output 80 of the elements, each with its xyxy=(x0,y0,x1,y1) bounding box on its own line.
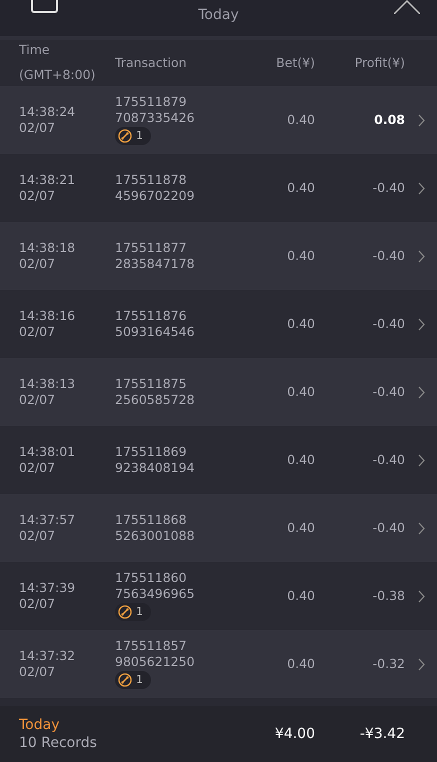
bet-amount: 0.40 xyxy=(286,316,315,332)
transaction-id: 175511878 xyxy=(115,172,188,188)
chevron-right-icon[interactable] xyxy=(418,182,424,196)
transaction-id: 7563496965 xyxy=(115,586,196,602)
close-icon[interactable] xyxy=(394,0,420,14)
date-text: 02/07 xyxy=(19,324,56,340)
date-text: 02/07 xyxy=(19,256,56,272)
profit-amount: -0.38 xyxy=(372,588,405,604)
column-header: Time xyxy=(19,41,51,60)
chevron-right-icon[interactable] xyxy=(418,522,424,536)
date-text: 02/07 xyxy=(19,120,56,136)
transaction-id: 175511877 xyxy=(115,240,188,256)
chevron-right-icon[interactable] xyxy=(418,318,424,332)
transaction-id: 4596702209 xyxy=(115,188,196,204)
date-text: 02/07 xyxy=(19,460,56,476)
footer-period: Today xyxy=(19,716,60,734)
time-text: 14:37:39 xyxy=(19,580,76,596)
date-text: 02/07 xyxy=(19,596,56,612)
column-subheader: (GMT+8:00) xyxy=(19,66,96,84)
time-text: 14:38:13 xyxy=(19,376,76,392)
profit-amount: -0.40 xyxy=(372,316,405,332)
time-text: 14:37:32 xyxy=(19,648,76,664)
transaction-id: 175511876 xyxy=(115,308,188,324)
coin-icon xyxy=(118,672,132,686)
time-text: 14:38:01 xyxy=(19,444,76,460)
transaction-id: 175511875 xyxy=(115,376,188,392)
bonus-count: 1 xyxy=(115,670,151,688)
transaction-id: 5093164546 xyxy=(115,324,196,340)
time-text: 14:37:57 xyxy=(19,512,76,528)
transaction-id: 5263001088 xyxy=(115,528,196,544)
profit-amount: -0.40 xyxy=(372,384,405,400)
column-header: Profit(¥) xyxy=(354,54,405,72)
bonus-count: 1 xyxy=(115,126,151,144)
chevron-right-icon[interactable] xyxy=(418,454,424,468)
transaction-id: 2560585728 xyxy=(115,392,196,408)
time-text: 14:38:21 xyxy=(19,172,76,188)
transaction-id: 9238408194 xyxy=(115,460,196,476)
bonus-count: 1 xyxy=(115,602,151,620)
transaction-id: 175511857 xyxy=(115,638,188,654)
date-text: 02/07 xyxy=(19,188,56,204)
chevron-right-icon[interactable] xyxy=(418,590,424,604)
record-count: 10 Records xyxy=(19,734,98,752)
transaction-id: 175511879 xyxy=(115,94,188,110)
transaction-id: 9805621250 xyxy=(115,654,196,670)
date-text: 02/07 xyxy=(19,528,56,544)
transaction-id: 2835847178 xyxy=(115,256,196,272)
chevron-right-icon[interactable] xyxy=(418,114,424,128)
profit-amount: -0.32 xyxy=(372,656,405,672)
transaction-id: 175511868 xyxy=(115,512,188,528)
profit-amount: -0.40 xyxy=(372,180,405,196)
date-text: 02/07 xyxy=(19,664,56,680)
coin-icon xyxy=(118,604,132,618)
transaction-id: 175511860 xyxy=(115,570,188,586)
bet-amount: 0.40 xyxy=(286,248,315,264)
bet-amount: 0.40 xyxy=(286,112,315,128)
profit-total: -¥3.42 xyxy=(358,725,405,743)
bet-amount: 0.40 xyxy=(286,452,315,468)
column-header: Transaction xyxy=(115,54,188,72)
time-text: 14:38:24 xyxy=(19,104,76,120)
profit-amount: -0.40 xyxy=(372,248,405,264)
chevron-right-icon[interactable] xyxy=(418,658,424,672)
transaction-id: 7087335426 xyxy=(115,110,196,126)
profit-amount: 0.08 xyxy=(373,112,405,128)
bet-amount: 0.40 xyxy=(286,520,315,536)
profit-amount: -0.40 xyxy=(372,452,405,468)
chevron-right-icon[interactable] xyxy=(418,386,424,400)
bet-amount: 0.40 xyxy=(286,180,315,196)
bet-amount: 0.40 xyxy=(286,384,315,400)
time-text: 14:38:16 xyxy=(19,308,76,324)
header-subtitle: Today xyxy=(198,6,239,25)
time-text: 14:38:18 xyxy=(19,240,76,256)
bet-amount: 0.40 xyxy=(286,656,315,672)
profit-amount: -0.40 xyxy=(372,520,405,536)
bet-amount: 0.40 xyxy=(286,588,315,604)
date-text: 02/07 xyxy=(19,392,56,408)
coin-icon xyxy=(118,128,132,142)
column-header: Bet(¥) xyxy=(275,54,315,72)
bet-total: ¥4.00 xyxy=(274,725,315,743)
chevron-right-icon[interactable] xyxy=(418,250,424,264)
transaction-id: 175511869 xyxy=(115,444,188,460)
